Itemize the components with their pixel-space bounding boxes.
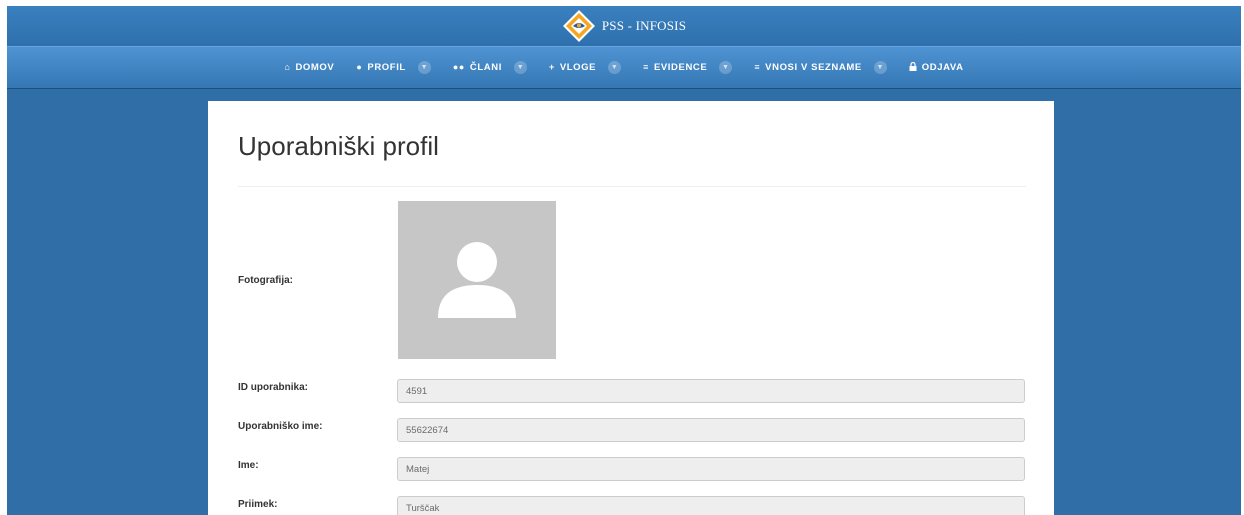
nav-label: PROFIL	[367, 62, 406, 73]
nav-item-vloge[interactable]: + VLOGE ▼	[538, 47, 632, 88]
title-bar: PSS - INFOSIS	[7, 6, 1241, 46]
field-label-last-name: Priimek:	[238, 499, 278, 510]
user-icon: ●	[356, 62, 363, 72]
nav-label: EVIDENCE	[653, 62, 708, 73]
field-label-user-id: ID uporabnika:	[238, 382, 309, 393]
page-title: Uporabniški profil	[238, 131, 439, 161]
nav-label: VNOSI V SEZNAME	[765, 62, 862, 73]
lock-icon	[909, 61, 917, 73]
chevron-down-icon[interactable]: ▼	[719, 61, 733, 74]
main-nav: ⌂ DOMOV ● PROFIL ▼ ●● ČLANI ▼ + VLOGE ▼ …	[7, 46, 1241, 89]
user-silhouette-icon	[438, 242, 516, 318]
nav-item-vnosi-v-sezname[interactable]: ≡ VNOSI V SEZNAME ▼	[743, 47, 897, 88]
field-label-first-name: Ime:	[238, 460, 259, 471]
nav-item-domov[interactable]: ⌂ DOMOV	[273, 47, 345, 88]
chevron-down-icon[interactable]: ▼	[608, 61, 622, 74]
plus-icon: +	[548, 62, 555, 72]
user-id-field[interactable]	[397, 379, 1025, 403]
nav-label: VLOGE	[559, 62, 597, 73]
chevron-down-icon[interactable]: ▼	[417, 61, 431, 74]
nav-label: DOMOV	[295, 62, 335, 73]
username-field[interactable]	[397, 418, 1025, 442]
users-icon: ●●	[452, 62, 465, 72]
nav-item-evidence[interactable]: ≡ EVIDENCE ▼	[632, 47, 743, 88]
nav-item-clani[interactable]: ●● ČLANI ▼	[442, 47, 538, 88]
nav-label: ČLANI	[469, 62, 502, 73]
photo-label: Fotografija:	[238, 275, 293, 286]
brand-name: PSS - INFOSIS	[601, 18, 687, 33]
first-name-field[interactable]	[397, 457, 1025, 481]
home-icon: ⌂	[284, 62, 291, 72]
app-window: PSS - INFOSIS ⌂ DOMOV ● PROFIL ▼ ●● ČLAN…	[7, 6, 1241, 515]
nav-item-profil[interactable]: ● PROFIL ▼	[345, 47, 441, 88]
profile-card: Uporabniški profil Fotografija: ID upora…	[208, 101, 1054, 515]
list-icon: ≡	[643, 62, 649, 72]
pss-logo-icon	[562, 9, 596, 43]
nav-label: ODJAVA	[921, 62, 964, 73]
nav-item-odjava[interactable]: ODJAVA	[898, 47, 975, 88]
brand-link[interactable]: PSS - INFOSIS	[562, 9, 686, 43]
chevron-down-icon[interactable]: ▼	[873, 61, 887, 74]
avatar-placeholder[interactable]	[398, 201, 556, 359]
divider	[238, 186, 1026, 187]
field-label-username: Uporabniško ime:	[238, 421, 323, 432]
last-name-field[interactable]	[397, 496, 1025, 515]
chevron-down-icon[interactable]: ▼	[513, 61, 527, 74]
list-icon: ≡	[754, 62, 761, 72]
